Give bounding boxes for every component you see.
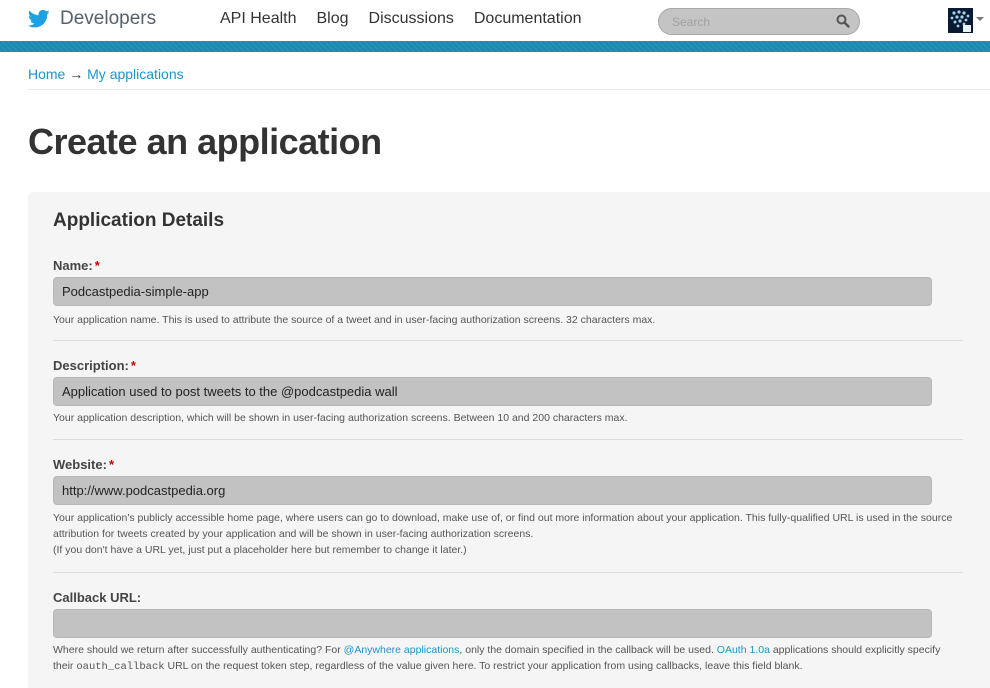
website-label-text: Website: <box>53 457 107 472</box>
callback-url-label-text: Callback URL: <box>53 590 142 605</box>
callback-help-part: , only the domain specified in the callb… <box>459 644 717 656</box>
callback-help-part: URL on the request token step, regardles… <box>164 660 803 672</box>
callback-url-input[interactable] <box>53 609 932 638</box>
twitter-bird-icon <box>28 9 50 28</box>
nav-documentation[interactable]: Documentation <box>474 10 582 28</box>
oauth-callback-code: oauth_callback <box>76 661 165 673</box>
header-accent-band <box>0 41 990 52</box>
name-input[interactable] <box>53 277 932 306</box>
chevron-down-icon[interactable] <box>976 17 984 21</box>
description-input[interactable] <box>53 377 932 406</box>
avatar[interactable] <box>948 8 973 33</box>
breadcrumb-my-applications[interactable]: My applications <box>87 66 184 82</box>
breadcrumb-arrow: → <box>69 66 84 82</box>
brand-link[interactable]: Developers <box>28 8 156 30</box>
breadcrumb: Home → My applications <box>28 66 184 82</box>
search-box <box>658 8 860 35</box>
required-marker: * <box>130 358 136 373</box>
name-help-text: Your application name. This is used to a… <box>53 314 656 326</box>
search-icon[interactable] <box>836 14 850 28</box>
search-input[interactable] <box>672 9 832 34</box>
divider <box>28 89 990 90</box>
description-label: Description: * <box>53 358 136 373</box>
main-nav: API Health Blog Discussions Documentatio… <box>220 10 602 28</box>
oauth-link[interactable]: OAuth 1.0a <box>717 644 770 656</box>
anywhere-applications-link[interactable]: @Anywhere applications <box>344 644 460 656</box>
website-help-line-1: Your application's publicly accessible h… <box>53 512 953 540</box>
callback-url-label: Callback URL: <box>53 590 141 605</box>
field-separator <box>53 572 963 573</box>
website-label: Website: * <box>53 457 114 472</box>
field-separator <box>53 340 963 341</box>
nav-blog[interactable]: Blog <box>316 10 348 28</box>
name-label-text: Name: <box>53 258 93 273</box>
description-label-text: Description: <box>53 358 129 373</box>
nav-api-health[interactable]: API Health <box>220 10 296 28</box>
callback-help-text: Where should we return after successfull… <box>53 642 963 675</box>
application-details-panel: Application Details Name:* Your applicat… <box>28 192 990 688</box>
required-marker: * <box>94 258 100 273</box>
website-input[interactable] <box>53 476 932 505</box>
page-title: Create an application <box>28 121 382 162</box>
brand-title: Developers <box>60 8 157 29</box>
section-title: Application Details <box>53 210 225 231</box>
name-label: Name: * <box>53 258 100 273</box>
website-help-text: Your application's publicly accessible h… <box>53 510 963 558</box>
required-marker: * <box>108 457 114 472</box>
top-navigation-bar: Developers API Health Blog Discussions D… <box>0 0 990 41</box>
website-help-line-2: (If you don't have a URL yet, just put a… <box>53 544 467 556</box>
description-help-text: Your application description, which will… <box>53 412 628 424</box>
breadcrumb-home[interactable]: Home <box>28 66 65 82</box>
avatar-image <box>948 8 973 33</box>
field-separator <box>53 439 963 440</box>
callback-help-part: Where should we return after successfull… <box>53 644 344 656</box>
nav-discussions[interactable]: Discussions <box>369 10 454 28</box>
